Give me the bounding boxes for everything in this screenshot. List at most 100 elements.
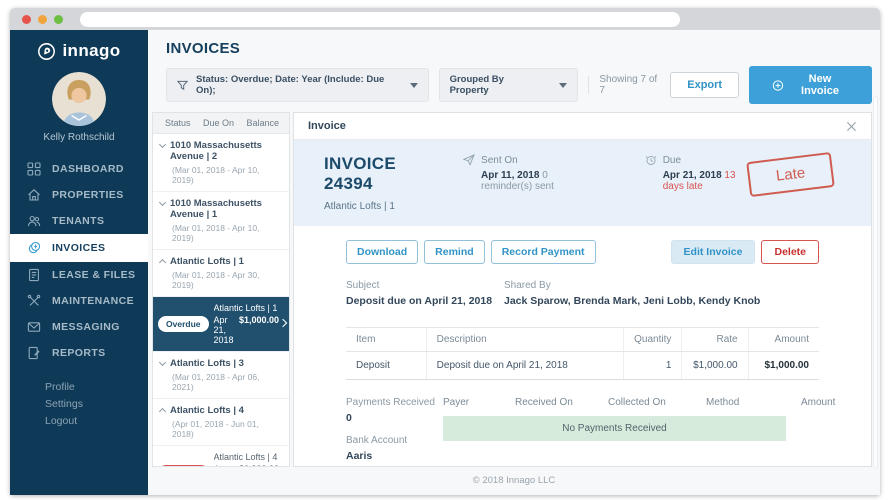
sidebar-secondary-links: Profile Settings Logout <box>10 381 148 427</box>
sidebar-item-label: MESSAGING <box>52 321 120 333</box>
profile-link[interactable]: Profile <box>45 381 148 393</box>
payments-received-count: 0 <box>346 412 352 425</box>
filter-label: Status: Overdue; Date: Year (Include: Du… <box>196 74 385 96</box>
toolbar-divider <box>588 76 590 94</box>
reports-icon <box>27 346 41 360</box>
chevron-up-icon <box>158 258 167 267</box>
toolbar: Status: Overdue; Date: Year (Include: Du… <box>148 64 880 112</box>
delete-button[interactable]: Delete <box>761 240 819 264</box>
url-bar[interactable] <box>80 11 680 27</box>
sidebar-item-label: DASHBOARD <box>52 163 124 175</box>
invoice-group-header[interactable]: Atlantic Lofts | 3 (Mar 01, 2018 - Apr 06… <box>153 352 289 399</box>
sidebar-item-lease-files[interactable]: LEASE & FILES <box>10 262 148 288</box>
sent-on-block: Sent On Apr 11, 2018 0 reminder(s) sent <box>463 154 587 192</box>
group-title-text: Atlantic Lofts | 3 <box>170 358 244 369</box>
sidebar-item-label: REPORTS <box>52 347 106 359</box>
due-label: Due <box>662 154 682 166</box>
group-date-range: (Mar 01, 2018 - Apr 06, 2021) <box>172 372 260 392</box>
subject-value: Deposit due on April 21, 2018 <box>346 295 493 307</box>
group-title-text: Atlantic Lofts | 1 <box>170 256 244 267</box>
payments-column-method: Method <box>706 397 740 409</box>
chevron-right-icon <box>278 318 288 328</box>
invoice-banner: INVOICE 24394 Atlantic Lofts | 1 Sent On… <box>294 140 871 226</box>
window-close-button[interactable] <box>22 14 31 24</box>
dashboard-icon <box>27 162 41 176</box>
browser-chrome <box>10 8 880 30</box>
group-by-label: Grouped By Property <box>449 74 504 96</box>
invoice-list-item[interactable]: Overdue Atlantic Lofts | 1 Apr 21, 2018 $1,… <box>153 297 289 352</box>
group-date-range: (Mar 01, 2018 - Apr 30, 2019) <box>172 270 260 290</box>
invoice-group-header[interactable]: Atlantic Lofts | 4 (Apr 01, 2018 - Jun 01… <box>153 399 289 446</box>
items-column-amount: Amount <box>747 327 819 353</box>
logo-text: innago <box>62 41 121 60</box>
export-button[interactable]: Export <box>670 72 740 98</box>
no-payments-message: No Payments Received <box>443 416 786 442</box>
window-minimize-button[interactable] <box>38 14 47 24</box>
avatar-photo <box>52 72 106 126</box>
line-item-cell: $1,000.00 <box>747 351 819 381</box>
due-block: Due Apr 21, 2018 13 days late <box>645 154 748 192</box>
line-item-cell: Deposit <box>346 351 427 381</box>
group-date-range: (Apr 01, 2018 - Jun 01, 2018) <box>172 419 259 439</box>
showing-count: Showing 7 of 7 <box>599 74 658 96</box>
sidebar-item-dashboard[interactable]: DASHBOARD <box>10 156 148 182</box>
status-badge: Overdue <box>158 316 209 332</box>
sidebar-item-label: LEASE & FILES <box>52 269 136 281</box>
payments-column-amount: Amount <box>801 397 836 409</box>
tenants-icon <box>27 214 41 228</box>
line-item-cell: 1 <box>623 351 682 381</box>
edit-invoice-button[interactable]: Edit Invoice <box>670 240 756 264</box>
invoice-group-header[interactable]: 1010 Massachusetts Avenue | 2 (Mar 01, 20… <box>153 134 289 192</box>
payments-column-received-on: Received On <box>515 397 573 409</box>
invoice-group-header[interactable]: Atlantic Lofts | 1 (Mar 01, 2018 - Apr 30… <box>153 250 289 297</box>
due-date: Apr 21, 2018 <box>662 170 722 181</box>
download-button[interactable]: Download <box>346 240 419 264</box>
invoice-detail-panel: Invoice INVOICE 24394 Atlantic Lofts | 1 <box>293 112 872 467</box>
filter-dropdown[interactable]: Status: Overdue; Date: Year (Include: Du… <box>166 68 429 102</box>
line-items-table: Item Description Quantity Rate Amount Deposit… <box>346 327 819 381</box>
messaging-icon <box>27 320 41 334</box>
page-title: INVOICES <box>166 40 241 57</box>
main-area: INVOICES Status: Overdue; Date: Year (In… <box>148 30 880 495</box>
invoice-name: Atlantic Lofts | 4 <box>213 452 278 462</box>
sidebar-item-reports[interactable]: REPORTS <box>10 340 148 366</box>
chevron-down-icon <box>409 82 418 88</box>
scrollbar[interactable] <box>873 96 878 469</box>
invoice-list-item[interactable]: OverdueAtlantic Lofts | 4Apr 22, 2018$1,… <box>153 446 289 466</box>
group-title-text: 1010 Massachusetts Avenue | 1 <box>170 198 262 220</box>
payments-column-payer: Payer <box>443 397 470 409</box>
invoice-actions: Download Remind Record Payment Edit Invo… <box>346 240 819 264</box>
sidebar-item-tenants[interactable]: TENANTS <box>10 208 148 234</box>
maintenance-icon <box>27 294 41 308</box>
settings-link[interactable]: Settings <box>45 398 148 410</box>
new-invoice-button[interactable]: New Invoice <box>749 66 872 104</box>
avatar <box>52 72 106 126</box>
invoices-icon <box>27 241 41 255</box>
invoice-group-header[interactable]: 1010 Massachusetts Avenue | 1 (Mar 01, 20… <box>153 192 289 250</box>
invoice-list-header: Status Due On Balance <box>153 113 289 134</box>
properties-icon <box>27 188 41 202</box>
chevron-down-icon <box>158 358 167 367</box>
filter-funnel-icon <box>177 80 188 91</box>
sidebar-item-label: TENANTS <box>52 215 105 227</box>
close-icon[interactable] <box>846 121 857 132</box>
sidebar-item-messaging[interactable]: MESSAGING <box>10 314 148 340</box>
chevron-up-icon <box>158 407 167 416</box>
sidebar: innago Kelly Rothschild DASHBOARD PROPERT… <box>10 30 148 495</box>
group-date-range: (Mar 01, 2018 - Apr 10, 2019) <box>172 165 260 185</box>
logout-link[interactable]: Logout <box>45 415 148 427</box>
line-item-row: Deposit Deposit due on April 21, 2018 1 $1,… <box>346 351 819 381</box>
sidebar-item-invoices[interactable]: INVOICES <box>10 234 148 262</box>
remind-button[interactable]: Remind <box>424 240 485 264</box>
payments-received-label: Payments Received <box>346 397 435 409</box>
group-title-text: 1010 Massachusetts Avenue | 2 <box>170 140 262 162</box>
column-due-on: Due On <box>202 118 234 128</box>
items-column-quantity: Quantity <box>623 327 682 353</box>
group-by-dropdown[interactable]: Grouped By Property <box>438 68 579 102</box>
sidebar-item-properties[interactable]: PROPERTIES <box>10 182 148 208</box>
sidebar-item-maintenance[interactable]: MAINTENANCE <box>10 288 148 314</box>
invoice-name: Atlantic Lofts | 1 <box>213 303 278 313</box>
record-payment-button[interactable]: Record Payment <box>490 240 596 264</box>
window-zoom-button[interactable] <box>54 14 63 24</box>
group-date-range: (Mar 01, 2018 - Apr 10, 2019) <box>172 223 260 243</box>
